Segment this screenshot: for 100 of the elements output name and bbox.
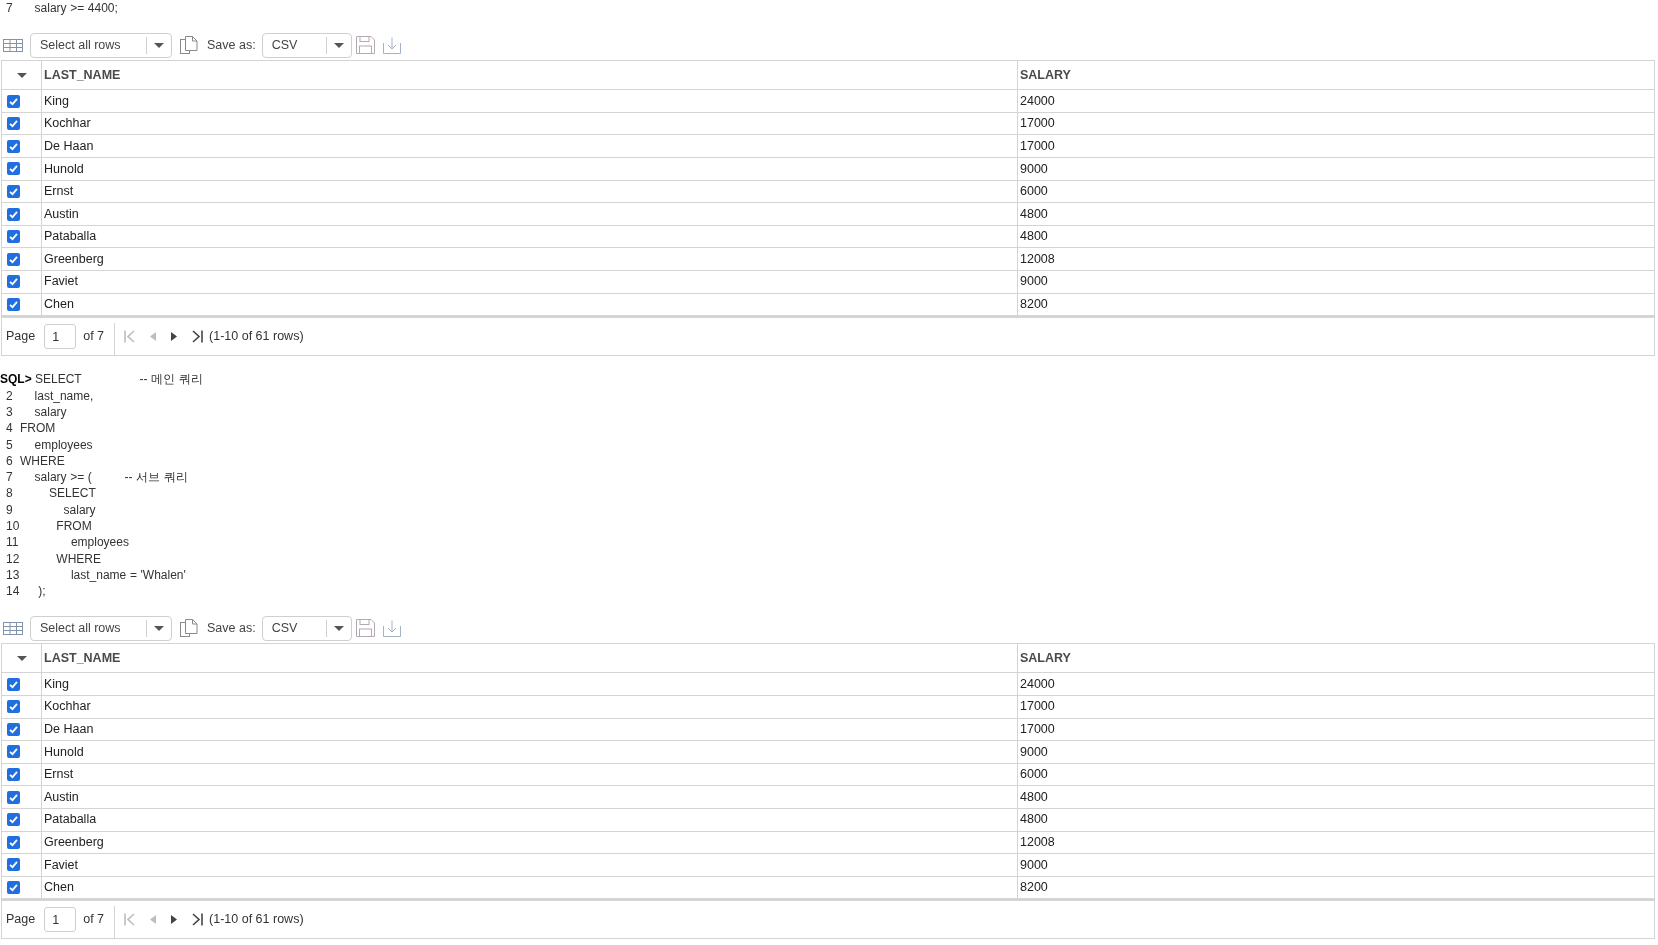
line-number: 3 — [6, 403, 14, 420]
table-cell-text: De Haan — [44, 137, 94, 155]
table-cell-text: Kochhar — [44, 698, 91, 716]
caret-icon[interactable] — [16, 655, 27, 661]
triangle-right-icon — [171, 332, 178, 342]
save-as-label: Save as: — [207, 36, 256, 54]
table-cell-text: Greenberg — [44, 833, 104, 851]
table-cell-text: Ernst — [44, 766, 74, 784]
table-cell-text: 6000 — [1020, 183, 1048, 201]
caret-icon — [154, 625, 164, 631]
column-header[interactable]: LAST_NAME — [44, 65, 121, 85]
table-cell-text: 6000 — [1020, 766, 1048, 784]
table-cell-text: 17000 — [1020, 698, 1055, 716]
checkbox[interactable] — [7, 297, 20, 311]
row-selection-dropdown[interactable]: Select all rows — [30, 615, 172, 641]
table-cell-text: 4800 — [1020, 205, 1048, 223]
table-cell-text: Pataballa — [44, 228, 97, 246]
table-cell-text: 8200 — [1020, 879, 1048, 897]
table-cell-text: Austin — [44, 205, 79, 223]
grid-icon[interactable] — [3, 38, 23, 52]
table-cell-text: Austin — [44, 788, 79, 806]
table-cell-text: Hunold — [44, 160, 84, 178]
code-line: salary >= ( -- 서브 쿼리 — [34, 469, 188, 486]
column-header[interactable]: SALARY — [1020, 65, 1071, 85]
code-line: salary — [34, 403, 67, 420]
line-number: 2 — [6, 387, 14, 404]
checkbox[interactable] — [7, 139, 20, 153]
table-cell-text: Faviet — [44, 856, 79, 874]
code-line: last_name = 'Whalen' — [70, 566, 186, 583]
code-line: SELECT — [49, 485, 96, 502]
line-number: 10 — [6, 518, 20, 535]
checkbox[interactable] — [7, 835, 20, 849]
code-line: ); — [38, 583, 46, 600]
skip-to-end-icon — [191, 330, 203, 344]
line-number: 11 — [6, 534, 20, 551]
table-cell-text: 24000 — [1020, 675, 1055, 693]
line-number: 5 — [6, 436, 14, 453]
table-cell-text: King — [44, 675, 70, 693]
checkbox[interactable] — [7, 252, 20, 266]
page-label: Page — [6, 328, 36, 346]
line-number: 13 — [6, 566, 20, 583]
column-header[interactable]: LAST_NAME — [44, 649, 121, 668]
checkbox[interactable] — [7, 94, 20, 108]
skip-to-start-icon — [123, 330, 135, 344]
checkbox[interactable] — [7, 162, 20, 176]
skip-to-end-icon — [191, 913, 203, 927]
page-field[interactable]: 1 — [44, 907, 77, 933]
column-header[interactable]: SALARY — [1020, 649, 1071, 668]
code-line: WHERE — [56, 550, 101, 567]
checkbox[interactable] — [7, 677, 20, 691]
grid-icon[interactable] — [3, 621, 23, 635]
row-selection-dropdown[interactable]: Select all rows — [30, 32, 172, 58]
checkbox[interactable] — [7, 813, 20, 827]
line-number: 7 — [6, 469, 14, 486]
table-cell-text: Greenberg — [44, 250, 104, 268]
copy-icon[interactable] — [180, 36, 198, 55]
checkbox[interactable] — [7, 117, 20, 131]
table-cell-text: 9000 — [1020, 273, 1048, 291]
table-cell-text: 4800 — [1020, 811, 1048, 829]
checkbox[interactable] — [7, 881, 20, 895]
table-cell-text: Hunold — [44, 743, 84, 761]
line-number: 4 — [6, 420, 14, 437]
checkbox[interactable] — [7, 184, 20, 198]
line-number: 7 — [6, 0, 14, 17]
row-range-text: (1-10 of 61 rows) — [209, 328, 304, 346]
table-cell-text: 9000 — [1020, 856, 1048, 874]
line-number: 9 — [6, 501, 14, 518]
code-line: SELECT -- 메인 쿼리 — [35, 371, 203, 388]
checkbox[interactable] — [7, 858, 20, 872]
table-cell-text: 9000 — [1020, 743, 1048, 761]
checkbox[interactable] — [7, 745, 20, 759]
table-cell-text: Faviet — [44, 273, 79, 291]
table-cell-text: 17000 — [1020, 115, 1055, 133]
table-cell-text: 17000 — [1020, 721, 1055, 738]
skip-to-start-icon — [123, 913, 135, 927]
page-field[interactable]: 1 — [44, 324, 77, 350]
sql-prompt: SQL> — [0, 371, 32, 388]
caret-icon[interactable] — [16, 72, 27, 78]
checkbox[interactable] — [7, 768, 20, 782]
triangle-right-icon — [171, 915, 178, 925]
code-line: employees — [34, 436, 93, 453]
table-cell-text: Pataballa — [44, 811, 97, 829]
code-line: last_name, — [34, 387, 94, 404]
format-dropdown[interactable]: CSV — [261, 32, 352, 58]
table-cell-text: 12008 — [1020, 833, 1055, 851]
triangle-left-icon — [150, 332, 157, 342]
format-dropdown[interactable]: CSV — [261, 615, 352, 641]
copy-icon[interactable] — [180, 619, 198, 638]
table-cell-text: 8200 — [1020, 296, 1048, 314]
checkbox[interactable] — [7, 230, 20, 244]
checkbox[interactable] — [7, 722, 20, 736]
checkbox[interactable] — [7, 207, 20, 221]
code-line: employees — [70, 534, 129, 551]
code-line: salary >= 4400; — [34, 0, 118, 17]
checkbox[interactable] — [7, 275, 20, 289]
triangle-left-icon — [150, 915, 157, 925]
checkbox[interactable] — [7, 700, 20, 714]
checkbox[interactable] — [7, 790, 20, 804]
table-cell-text: 24000 — [1020, 92, 1055, 110]
save-as-label: Save as: — [207, 620, 256, 637]
